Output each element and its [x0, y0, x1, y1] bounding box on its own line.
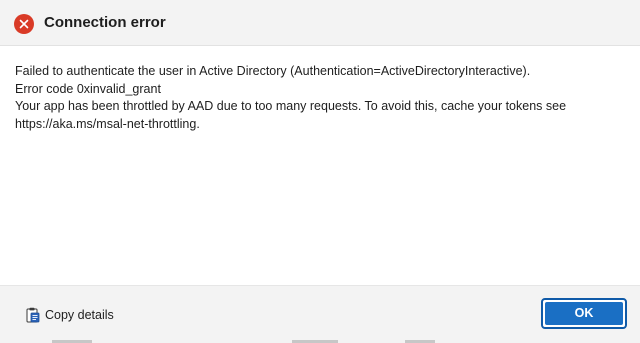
- error-icon: [14, 14, 34, 34]
- dialog-footer: Copy details OK: [0, 285, 640, 343]
- dialog-title: Connection error: [44, 14, 166, 31]
- ok-button-label: OK: [545, 302, 623, 325]
- background-window-fragments: [0, 338, 640, 343]
- clipboard-icon: [26, 307, 40, 323]
- message-line-throttled: Your app has been throttled by AAD due t…: [15, 99, 567, 113]
- dialog-title-bar: Connection error: [0, 0, 640, 46]
- connection-error-dialog: Connection error Failed to authenticate …: [0, 0, 640, 343]
- copy-details-button[interactable]: Copy details: [26, 307, 114, 323]
- message-line-auth-failure: Failed to authenticate the user in Activ…: [15, 64, 531, 78]
- message-line-error-code: Error code 0xinvalid_grant: [15, 81, 161, 96]
- error-message: Failed to authenticate the user in Activ…: [15, 63, 627, 133]
- copy-details-label: Copy details: [45, 308, 114, 322]
- message-line-throttling-link: https://aka.ms/msal-net-throttling.: [15, 116, 200, 131]
- ok-button[interactable]: OK: [541, 298, 627, 329]
